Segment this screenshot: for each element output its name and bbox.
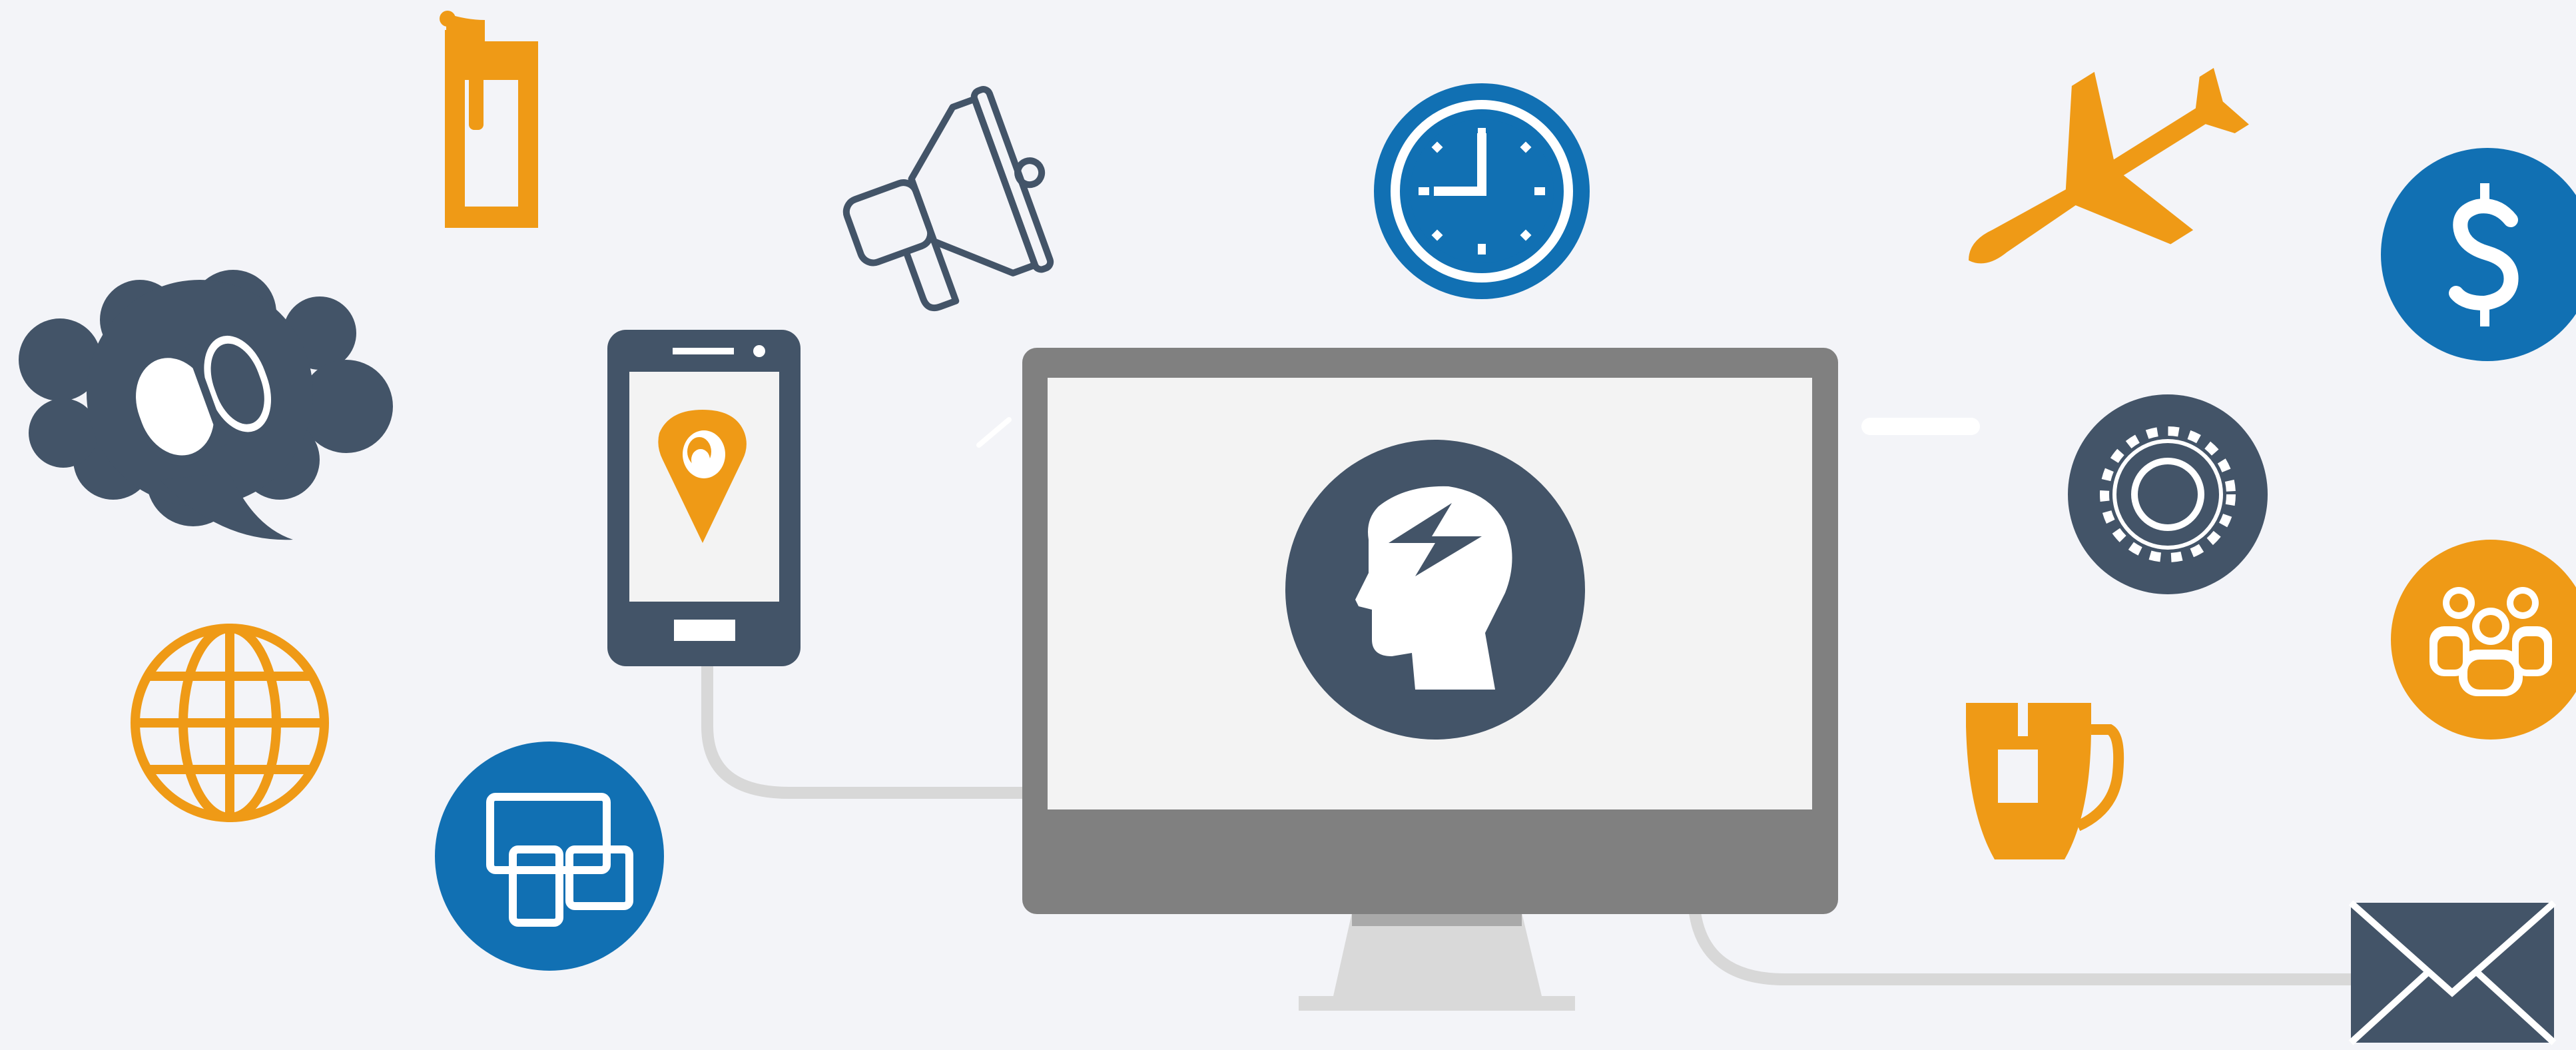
plane-body: [1969, 68, 2249, 264]
phone-camera: [753, 345, 765, 357]
monitor-icon: [1022, 348, 1838, 1011]
megaphone-knob: [1014, 157, 1046, 189]
illustration-canvas: [19, 11, 2576, 1045]
monitor-cable: [1689, 907, 2357, 985]
bucket-handle: [469, 67, 483, 130]
bucket-knob: [440, 11, 456, 27]
coffee-mug-icon: [1966, 703, 2124, 859]
mug-stripe: [2018, 703, 2028, 736]
megaphone-icon: [842, 86, 1054, 312]
megaphone-rear: [842, 179, 934, 266]
smartphone-icon: [607, 330, 801, 666]
phone-cable: [701, 660, 1035, 799]
envelope-icon: [2348, 900, 2557, 1045]
dollar-icon: [2381, 148, 2576, 361]
monitor-base: [1299, 996, 1575, 1011]
phone-home-button: [674, 620, 735, 641]
envelope-body: [2351, 903, 2554, 1043]
group-users-icon: [2391, 540, 2576, 740]
dash-left: [976, 417, 1012, 448]
clock-tick-6: [1478, 244, 1486, 255]
bucket-icon: [440, 11, 538, 228]
clock-icon: [1374, 83, 1590, 299]
dollar-bar-bottom: [2480, 301, 2489, 326]
pin-dot: [691, 449, 710, 470]
phone-speaker: [673, 348, 734, 354]
windows-devices-icon: [435, 742, 664, 971]
gear-icon: [2068, 394, 2268, 594]
dollar-bar-top: [2480, 183, 2489, 209]
airplane-icon: [1969, 68, 2249, 264]
clock-tick-9: [1419, 187, 1429, 195]
globe-icon: [131, 624, 329, 822]
mug-window: [1998, 750, 2038, 803]
clock-tick-3: [1534, 187, 1545, 195]
cloud-lobe: [29, 398, 98, 468]
gear-hole: [2138, 464, 2198, 524]
